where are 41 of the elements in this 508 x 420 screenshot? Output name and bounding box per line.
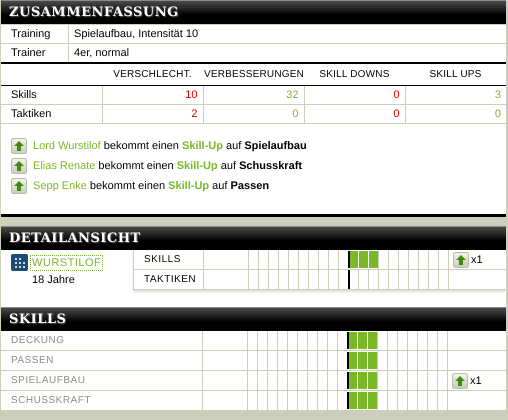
column-header: VERBESSERUNGEN — [203, 64, 304, 86]
skill-up-count: x1 — [470, 374, 482, 386]
player-age: 18 Jahre — [32, 274, 75, 286]
column-header: SKILL UPS — [405, 64, 506, 86]
section-title: SKILLS — [9, 312, 66, 328]
skill-label: PASSEN — [11, 355, 54, 366]
column-header: VERSCHLECHT. — [102, 64, 203, 86]
skill-label: TAKTIKEN — [144, 274, 196, 285]
player-link[interactable]: Lord Wurstilof — [33, 140, 101, 152]
table-cell: 32 — [203, 86, 304, 104]
arrow-up-icon — [11, 178, 27, 194]
message: Sepp Enke bekommt einen Skill-Up auf Passen — [33, 179, 270, 194]
table-cell: 0 — [203, 104, 304, 124]
player-link[interactable]: Elias Renate — [33, 160, 96, 172]
table-cell: 2 — [102, 104, 203, 124]
section-title: DETAILANSICHT — [9, 231, 141, 247]
message: Elias Renate bekommt einen Skill-Up auf Schusskraft — [33, 159, 302, 174]
player-link[interactable]: Sepp Enke — [33, 180, 87, 192]
column-header: SKILL DOWNS — [304, 64, 405, 86]
table-cell: 10 — [102, 86, 203, 104]
skill-label: SKILLS — [144, 254, 181, 265]
info-label: Training — [1, 24, 68, 44]
row-label: Taktiken — [1, 104, 102, 124]
arrow-up-icon — [11, 138, 27, 154]
info-value: Spielaufbau, Intensität 10 — [68, 24, 506, 44]
table-cell: 0 — [304, 86, 405, 104]
info-value: 4er, normal — [68, 44, 506, 63]
message: Lord Wurstilof bekommt einen Skill-Up auf Spielaufbau — [33, 139, 307, 154]
player-link[interactable]: WURSTILOF — [30, 254, 104, 270]
arrow-up-icon — [453, 252, 469, 268]
skill-up-count: x1 — [471, 254, 483, 266]
arrow-up-icon — [452, 372, 468, 388]
table-cell: 0 — [304, 104, 405, 124]
skill-label: SCHUSSKRAFT — [11, 395, 91, 406]
arrow-up-icon — [11, 158, 27, 174]
section-title: ZUSAMMENFASSUNG — [9, 5, 179, 21]
info-label: Trainer — [1, 44, 68, 63]
row-label: Skills — [1, 86, 102, 104]
skill-label: SPIELAUFBAU — [11, 375, 86, 386]
team-icon — [11, 254, 28, 271]
skill-label: DECKUNG — [11, 335, 65, 346]
